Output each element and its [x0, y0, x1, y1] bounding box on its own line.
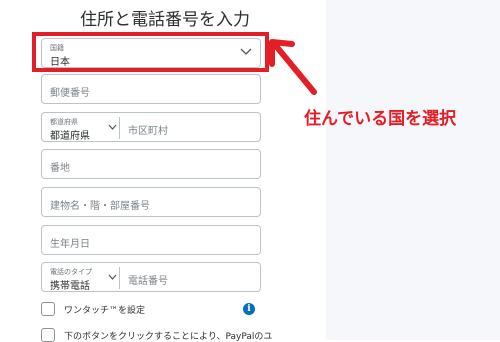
- postal-code-input[interactable]: 郵便番号: [41, 74, 261, 104]
- city-input[interactable]: 市区町村: [120, 113, 260, 141]
- phone-number-placeholder: 電話番号: [128, 276, 168, 287]
- phone-type-label: 電話のタイプ: [50, 268, 92, 276]
- phone-number-input[interactable]: 電話番号: [120, 263, 260, 291]
- prefecture-value: 都道府県: [50, 131, 90, 142]
- postal-code-placeholder: 郵便番号: [50, 88, 90, 99]
- city-placeholder: 市区町村: [128, 126, 168, 137]
- street-placeholder: 番地: [50, 163, 70, 174]
- building-placeholder: 建物名・階・部屋番号: [50, 201, 150, 212]
- prefecture-city-row: 都道府県 都道府県 市区町村: [41, 112, 261, 142]
- one-touch-checkbox[interactable]: [41, 302, 55, 316]
- building-input[interactable]: 建物名・階・部屋番号: [41, 187, 261, 217]
- street-input[interactable]: 番地: [41, 149, 261, 179]
- phone-type-select[interactable]: 電話のタイプ 携帯電話: [42, 263, 119, 292]
- side-panel: [326, 0, 500, 340]
- arrow-icon: [269, 39, 317, 95]
- country-highlight-box: [32, 32, 269, 72]
- info-icon[interactable]: i: [243, 303, 255, 315]
- birthdate-input[interactable]: 生年月日: [41, 225, 261, 255]
- chevron-down-icon: [108, 124, 117, 130]
- prefecture-select[interactable]: 都道府県 都道府県: [42, 113, 119, 142]
- birthdate-placeholder: 生年月日: [50, 239, 90, 250]
- phone-row: 電話のタイプ 携帯電話 電話番号: [41, 262, 261, 292]
- one-touch-label: ワンタッチ™を設定: [64, 306, 146, 316]
- chevron-down-icon: [108, 274, 117, 280]
- terms-label: 下のボタンをクリックすることにより、PayPalのユ: [64, 332, 273, 342]
- prefecture-label: 都道府県: [50, 118, 78, 126]
- page-title: 住所と電話番号を入力: [80, 10, 250, 30]
- phone-type-value: 携帯電話: [50, 281, 90, 292]
- annotation-text: 住んでいる国を選択: [304, 109, 457, 129]
